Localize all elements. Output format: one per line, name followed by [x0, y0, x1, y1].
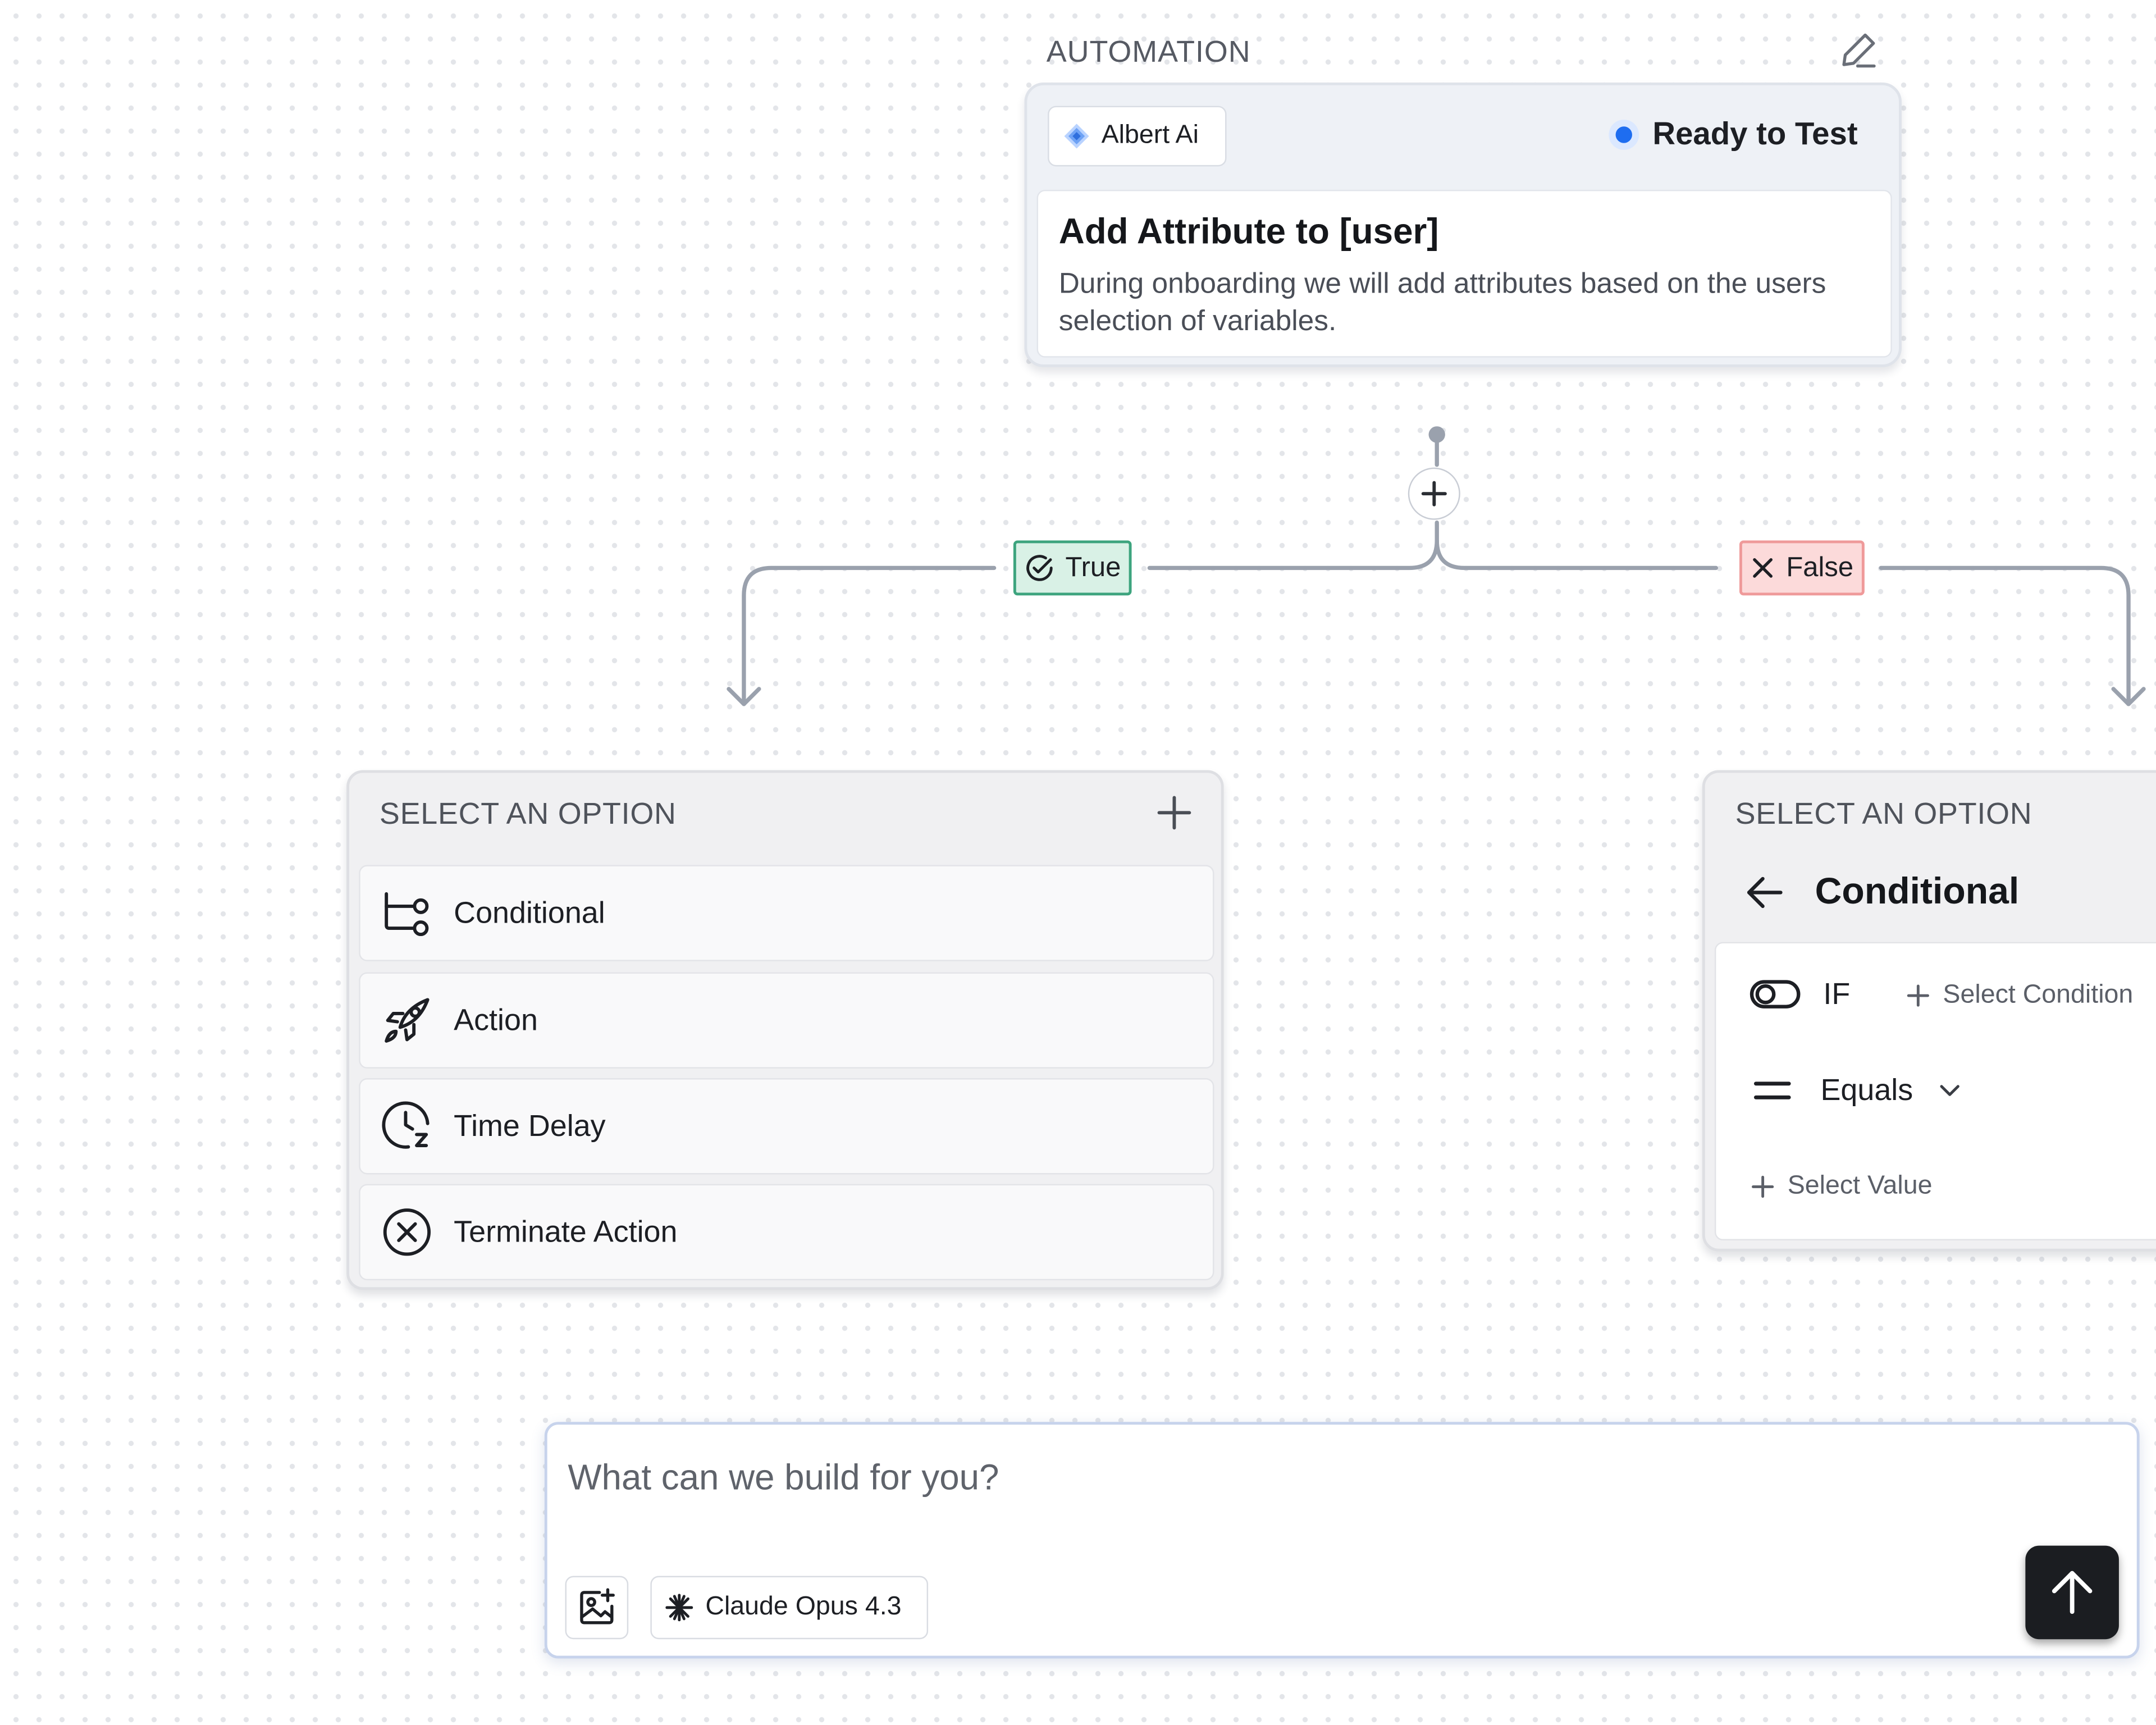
- true-branch-label: True: [1065, 552, 1121, 583]
- branch-icon: [380, 890, 435, 937]
- option-terminate-action[interactable]: Terminate Action: [359, 1184, 1214, 1281]
- option-time-delay[interactable]: Time Delay: [359, 1078, 1214, 1175]
- pencil-icon[interactable]: [1837, 28, 1881, 79]
- equals-icon: [1753, 1081, 1791, 1099]
- agent-name: Albert Ai: [1101, 121, 1199, 150]
- arrow-up-icon: [2052, 1571, 2093, 1614]
- panel-header: SELECT AN OPTION: [1735, 796, 2032, 831]
- false-branch-badge[interactable]: False: [1739, 540, 1865, 596]
- send-button[interactable]: [2025, 1545, 2119, 1640]
- select-value-label: Select Value: [1787, 1171, 1933, 1201]
- true-branch-badge[interactable]: True: [1013, 540, 1132, 596]
- operator-label: Equals: [1820, 1073, 1913, 1107]
- plus-icon: [1907, 984, 1929, 1007]
- automation-description: During onboarding we will add attributes…: [1058, 268, 1826, 337]
- status-dot-icon: [1609, 118, 1639, 149]
- add-option-icon[interactable]: [1155, 793, 1194, 839]
- select-condition-button[interactable]: Select Condition: [1906, 980, 2133, 1011]
- automation-body: Add Attribute to [user] During onboardin…: [1036, 189, 1892, 358]
- x-icon: [1753, 558, 1773, 578]
- sparkle-burst-icon: [665, 1594, 693, 1622]
- conditional-body: IF Select Condition Equals Select Value: [1714, 942, 2156, 1240]
- option-label: Terminate Action: [454, 1214, 678, 1249]
- image-plus-icon: [580, 1588, 615, 1624]
- rocket-icon: [380, 994, 435, 1047]
- conditional-panel: SELECT AN OPTION Conditional IF Select C…: [1702, 770, 2156, 1252]
- select-option-panel: SELECT AN OPTION Conditional Action Time…: [346, 770, 1224, 1290]
- toggle-icon: [1750, 980, 1801, 1008]
- operator-select[interactable]: Equals: [1752, 1073, 1962, 1108]
- status-indicator: Ready to Test: [1609, 116, 1858, 153]
- clock-snooze-icon: [380, 1100, 435, 1152]
- check-circle-icon: [1026, 555, 1053, 581]
- status-label: Ready to Test: [1652, 115, 1858, 152]
- select-value-button[interactable]: Select Value: [1751, 1172, 1933, 1202]
- prompt-box: Claude Opus 4.3: [544, 1422, 2140, 1659]
- false-branch-label: False: [1786, 552, 1854, 583]
- plus-icon: [1752, 1175, 1774, 1198]
- agent-chip[interactable]: Albert Ai: [1048, 106, 1227, 167]
- diamond-logo-icon: [1064, 124, 1089, 149]
- automation-section-label: AUTOMATION: [1046, 34, 1251, 69]
- option-label: Time Delay: [454, 1108, 606, 1143]
- conditional-title: Conditional: [1815, 870, 2020, 912]
- option-conditional[interactable]: Conditional: [359, 865, 1214, 961]
- add-step-button[interactable]: [1408, 467, 1460, 520]
- back-arrow-icon[interactable]: [1743, 872, 1784, 920]
- panel-header: SELECT AN OPTION: [379, 796, 677, 831]
- chevron-down-icon: [1940, 1085, 1960, 1096]
- select-condition-label: Select Condition: [1943, 980, 2134, 1010]
- plus-icon: [1421, 481, 1447, 506]
- if-label: IF: [1823, 976, 1851, 1011]
- automation-title: Add Attribute to [user]: [1058, 210, 1439, 252]
- if-row: IF: [1749, 976, 1850, 1012]
- prompt-input[interactable]: [565, 1455, 1946, 1500]
- option-label: Action: [454, 1002, 538, 1037]
- option-action[interactable]: Action: [359, 972, 1214, 1069]
- automation-card[interactable]: Albert Ai Ready to Test Add Attribute to…: [1024, 82, 1902, 367]
- add-image-button[interactable]: [565, 1576, 629, 1640]
- option-label: Conditional: [454, 895, 605, 930]
- model-selector[interactable]: Claude Opus 4.3: [650, 1576, 929, 1640]
- model-label: Claude Opus 4.3: [705, 1592, 902, 1622]
- x-circle-icon: [380, 1206, 435, 1258]
